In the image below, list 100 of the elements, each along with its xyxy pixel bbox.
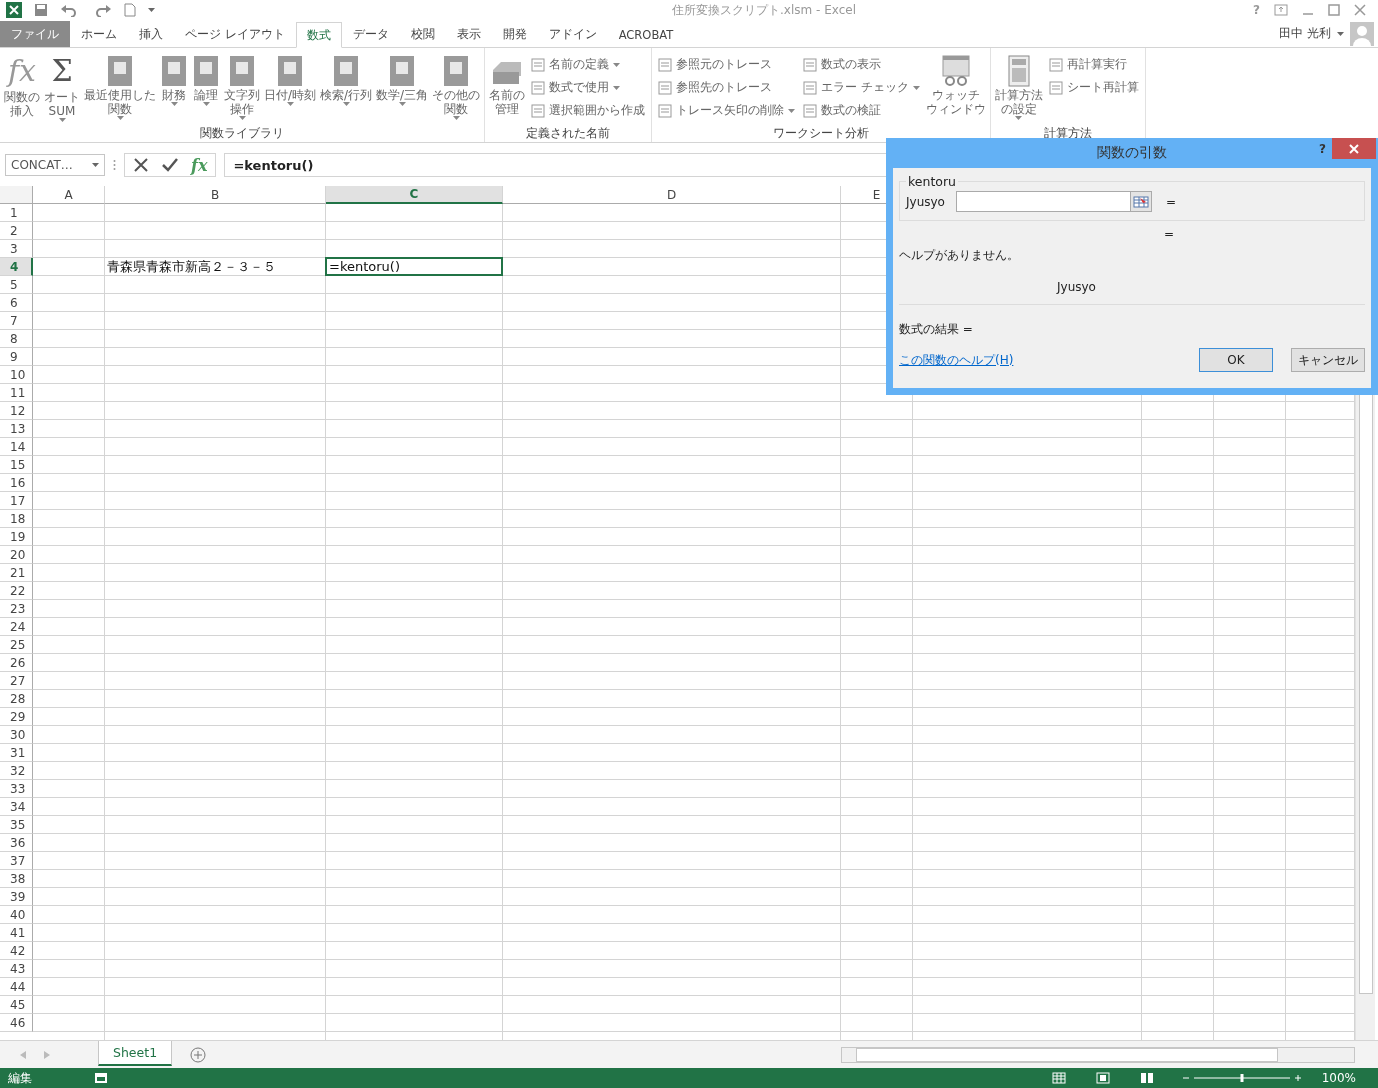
ribbon-button[interactable]: エラー チェック [803, 77, 920, 98]
document-icon [531, 57, 546, 72]
ribbon-button[interactable]: 検索/行列 [318, 52, 375, 125]
document-icon [803, 80, 818, 95]
document-icon [803, 57, 818, 72]
document-icon [658, 57, 673, 72]
window-title: 住所変換スクリプト.xlsm - Excel [671, 1, 857, 19]
ribbon-button[interactable]: 計算方法 の設定 [992, 52, 1045, 125]
book-icon [388, 54, 417, 88]
table-cell[interactable]: 青森県青森市新高２－３－５ [105, 258, 325, 275]
column-header[interactable]: C [326, 186, 503, 204]
document-icon [803, 103, 818, 118]
book-icon [192, 54, 220, 88]
new-document-icon[interactable] [124, 3, 136, 17]
add-sheet-icon[interactable] [190, 1046, 207, 1063]
book-icon [160, 54, 188, 88]
name-box[interactable]: CONCAT… [5, 154, 105, 176]
group-label: ワークシート分析 [772, 125, 871, 142]
book-icon [442, 54, 471, 88]
ribbon-button[interactable]: 参照元のトレース [658, 54, 796, 75]
ribbon-button[interactable]: 名前の 管理 [487, 52, 528, 125]
book-icon [276, 54, 304, 88]
grid-select-icon [1133, 195, 1149, 208]
ribbon-button[interactable]: 論理 [190, 52, 222, 125]
function-description: ヘルプがありません。 [899, 247, 1020, 264]
range-select-button[interactable] [1130, 192, 1151, 211]
page-layout-icon[interactable] [1095, 1072, 1110, 1084]
ribbon-button[interactable]: 日付/時刻 [262, 52, 319, 125]
ribbon-button[interactable]: ウォッチ ウィンドウ [923, 52, 988, 125]
close-button[interactable] [1332, 138, 1376, 159]
ribbon-button[interactable]: 参照先のトレース [658, 77, 796, 98]
row-header[interactable]: 4 [0, 258, 33, 276]
ribbon-button[interactable]: 再計算実行 [1048, 54, 1139, 75]
document-icon [531, 80, 546, 95]
dialog-button[interactable]: OK [1199, 348, 1273, 372]
table-cell[interactable]: =kentoru() [325, 257, 503, 276]
help-link[interactable]: この関数のヘルプ(H) [899, 351, 1014, 369]
book-icon [228, 54, 256, 88]
ribbon-button[interactable]: 最近使用した 関数 [82, 52, 158, 125]
ribbon-button[interactable]: 数式の表示 [803, 54, 920, 75]
status-mode: 編集 [8, 1069, 32, 1087]
function-glyph: Σ [51, 54, 73, 90]
calculator-icon [1006, 54, 1031, 88]
document-icon [1048, 80, 1063, 95]
next-sheet-icon[interactable] [44, 1050, 50, 1059]
save-icon[interactable] [34, 3, 48, 17]
previous-sheet-icon[interactable] [20, 1050, 26, 1059]
document-icon [1048, 57, 1063, 72]
select-all-corner[interactable] [0, 186, 33, 204]
ribbon-button[interactable]: 名前の定義 [531, 54, 646, 75]
ribbon-button[interactable]: 数式で使用 [531, 77, 646, 98]
ribbon-button[interactable]: 数式の検証 [803, 100, 920, 121]
caret-icon [92, 163, 99, 167]
zoom-level[interactable]: 100% [1321, 1071, 1356, 1085]
argument-field[interactable] [956, 191, 1152, 212]
spreadsheet-logo-icon[interactable] [6, 2, 22, 18]
formula-result: 数式の結果 = [899, 321, 974, 338]
group-label: 計算方法 [1042, 125, 1093, 142]
book-icon [106, 54, 134, 88]
group-label: 関数ライブラリ [199, 125, 286, 142]
ribbon-button[interactable]: 数学/三角 [374, 52, 431, 125]
ribbon-button[interactable]: 財務 [158, 52, 190, 125]
ribbon-display-icon[interactable] [1274, 4, 1288, 16]
ribbon-button[interactable]: その他の 関数 [430, 52, 483, 125]
document-icon [658, 103, 673, 118]
page-break-icon[interactable] [1139, 1072, 1154, 1084]
dialog-button[interactable]: キャンセル [1291, 348, 1365, 372]
argument-description: Jyusyo [1057, 280, 1097, 294]
glasses-window-icon [940, 54, 971, 88]
function-glyph: fx [8, 54, 36, 90]
close-icon [1349, 143, 1359, 154]
function-value: = [1164, 227, 1176, 241]
book-icon [332, 54, 361, 88]
group-label: 定義された名前 [525, 125, 612, 142]
ribbon-button[interactable]: 選択範囲から作成 [531, 100, 646, 121]
ribbon-button[interactable]: トレース矢印の削除 [658, 100, 796, 121]
macro-record-icon[interactable] [94, 1072, 108, 1084]
avatar-icon[interactable] [1350, 21, 1374, 46]
grip-icon [113, 159, 116, 171]
sheet-tab[interactable]: Sheet1 [98, 1041, 173, 1066]
zoom-slider[interactable] [1181, 1073, 1302, 1083]
function-name: kentoru [907, 174, 958, 189]
ribbon-button[interactable]: 文字列 操作 [222, 52, 262, 125]
document-icon [531, 103, 546, 118]
ribbon-button[interactable]: Σ オート SUM [42, 52, 82, 125]
caret-icon [1337, 31, 1344, 36]
cancel-icon[interactable] [133, 157, 149, 173]
user-name[interactable]: 田中 光利 [1279, 25, 1331, 42]
document-icon [658, 80, 673, 95]
argument-value: = [1166, 194, 1177, 209]
ribbon-button[interactable]: fx 関数の 挿入 [2, 52, 42, 125]
help-button[interactable]: ? [1319, 142, 1326, 156]
horizontal-scrollbar[interactable] [841, 1046, 1355, 1063]
caret-icon [148, 8, 155, 12]
normal-view-icon[interactable] [1051, 1072, 1066, 1084]
ribbon-tab[interactable]: 数式 [295, 22, 342, 48]
ribbon-button[interactable]: シート再計算 [1048, 77, 1139, 98]
close-icon[interactable] [1354, 4, 1366, 16]
check-icon[interactable] [161, 157, 179, 173]
maximize-icon[interactable] [1328, 4, 1340, 16]
